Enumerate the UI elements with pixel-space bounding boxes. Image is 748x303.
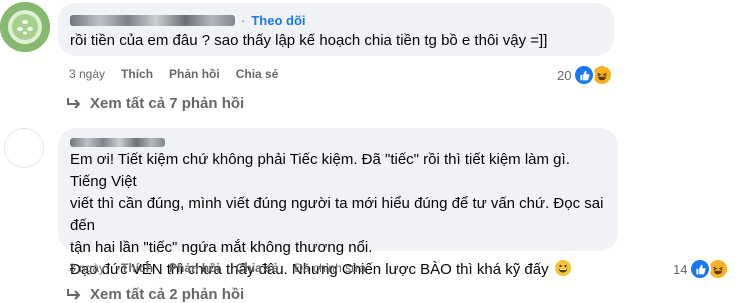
comment-line: viết thì cần đúng, mình viết đúng người …	[70, 195, 608, 234]
edited-label: Đã chỉnh sửa	[294, 261, 366, 275]
comment-line: Em ơi! Tiết kiệm chứ không phải Tiếc kiệ…	[70, 151, 574, 190]
reaction-count: 14	[673, 261, 688, 277]
share-button[interactable]: Chia sẻ	[236, 261, 279, 275]
reaction-summary[interactable]: 14	[673, 258, 730, 280]
reaction-summary[interactable]: 20	[557, 64, 614, 86]
commenter-avatar[interactable]	[0, 2, 50, 52]
like-button[interactable]: Thích	[121, 261, 153, 275]
comment-bubble: Em ơi! Tiết kiệm chứ không phải Tiếc kiệ…	[58, 128, 618, 278]
comment-bubble: · Theo dõi rồi tiền của em đâu ? sao thấ…	[58, 3, 614, 56]
view-replies-link[interactable]: Xem tất cả 2 phản hồi	[66, 286, 244, 303]
follow-button[interactable]: Theo dõi	[251, 13, 305, 28]
like-icon	[689, 258, 712, 280]
like-button[interactable]: Thích	[121, 67, 153, 81]
reply-button[interactable]: Phản hồi	[169, 261, 220, 275]
timestamp-link[interactable]: 3 ngày	[69, 261, 105, 275]
author-name-blurred[interactable]	[70, 137, 165, 147]
timestamp-link[interactable]: 3 ngày	[69, 67, 105, 81]
reply-arrow-icon	[67, 288, 81, 300]
comment-line: tận hai lần "tiếc" ngứa mắt không thương…	[70, 239, 373, 256]
reaction-count: 20	[557, 67, 572, 83]
reply-button[interactable]: Phản hồi	[169, 67, 220, 81]
comment-actions: 3 ngày Thích Phản hồi Chia sẻ	[69, 67, 294, 81]
share-button[interactable]: Chia sẻ	[236, 67, 279, 81]
grinning-emoji-icon	[554, 260, 571, 276]
comment-text: rồi tiền của em đâu ? sao thấy lập kế ho…	[70, 32, 548, 49]
avatar-image	[0, 2, 50, 52]
view-replies-label: Xem tất cả 7 phản hồi	[90, 95, 245, 112]
view-replies-link[interactable]: Xem tất cả 7 phản hồi	[66, 95, 244, 112]
commenter-avatar[interactable]	[4, 128, 44, 168]
reply-arrow-icon	[67, 97, 81, 109]
comment-actions: 3 ngày Thích Phản hồi Chia sẻ Đã chỉnh s…	[69, 261, 382, 275]
like-icon	[573, 64, 596, 86]
view-replies-label: Xem tất cả 2 phản hồi	[90, 286, 245, 303]
author-name-blurred[interactable]	[70, 14, 235, 26]
